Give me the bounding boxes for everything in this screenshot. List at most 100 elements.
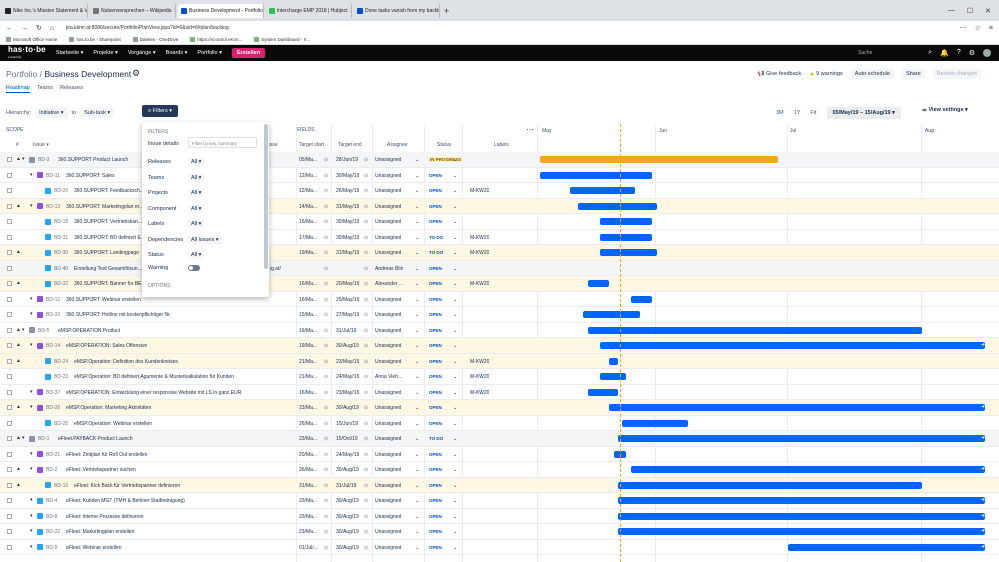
table-row[interactable]: ▾ BD-22 eFleet: Marketingplan erstellen 23/… <box>0 524 999 540</box>
assignee[interactable]: Unassigned <box>375 157 401 163</box>
give-feedback-button[interactable]: 📢 Give feedback <box>758 71 802 77</box>
timeline-bar[interactable] <box>578 202 657 210</box>
timeline-bar[interactable] <box>540 156 778 163</box>
issue-summary[interactable]: eMSP.Operation: BD definiert Agumente & … <box>74 374 288 380</box>
warnings-button[interactable]: ▲ 9 warnings <box>809 71 843 77</box>
bookmark-star-icon[interactable]: ☆ <box>975 24 981 32</box>
labels-cell[interactable]: M-KW20 <box>470 250 489 256</box>
target-end[interactable]: 30/May/19 <box>336 235 359 241</box>
timeline-bar[interactable] <box>618 497 985 504</box>
row-checkbox[interactable] <box>7 250 12 255</box>
expand-chevron-icon[interactable]: ▾ <box>30 172 33 178</box>
browser-tab[interactable]: Nutzenversprechen – Wikipedia✕ <box>90 3 176 18</box>
expand-chevron-icon[interactable]: ▾ <box>30 389 33 395</box>
target-start[interactable]: 26/Ma... <box>299 467 317 473</box>
target-start[interactable]: 12/Ma... <box>299 173 317 179</box>
row-checkbox[interactable] <box>7 374 12 379</box>
row-checkbox[interactable] <box>7 234 12 240</box>
avatar[interactable] <box>983 49 991 57</box>
target-start[interactable]: 23/Ma... <box>299 405 317 411</box>
browser-tab[interactable]: Nike Inc.'s Mission Statement & Vision✕ <box>2 3 88 18</box>
issue-key[interactable]: BD-8 <box>46 514 57 520</box>
search-icon[interactable]: ⌕ <box>928 49 932 57</box>
hierarchy-to-select[interactable]: Sub-task ▾ <box>80 108 115 118</box>
assignee[interactable]: Andreas Blin <box>375 266 403 272</box>
nav-projekte[interactable]: Projekte ▾ <box>93 50 117 56</box>
assignee[interactable]: Anna Vieh... <box>375 374 402 380</box>
settings-icon[interactable]: ⚙ <box>969 49 975 57</box>
timeline-bar[interactable] <box>609 357 618 365</box>
status-badge[interactable]: OPEN <box>429 219 442 224</box>
target-start[interactable]: 12/Ma... <box>299 188 317 194</box>
expand-chevron-icon[interactable]: ▾ <box>30 311 33 317</box>
expand-chevron-icon[interactable]: ▾ <box>30 451 33 457</box>
status-badge[interactable]: OPEN <box>429 514 442 519</box>
assignee[interactable]: Unassigned <box>375 545 401 551</box>
target-end[interactable]: 30/Aug/19 <box>336 498 359 504</box>
timeline-bar[interactable] <box>631 295 652 303</box>
expand-chevron-icon[interactable]: ▾ <box>30 544 33 550</box>
target-start[interactable]: 31/Ma... <box>299 483 317 489</box>
issue-summary[interactable]: eFleet: Kunden MGT (TMH & Berliner Stadt… <box>66 498 288 504</box>
issue-key[interactable]: BD-40 <box>54 266 68 272</box>
tab-teams[interactable]: Teams <box>37 85 53 93</box>
status-badge[interactable]: OPEN <box>429 173 442 178</box>
timeline-bar[interactable] <box>618 481 922 489</box>
issue-summary[interactable]: 360.SUPPORT: Webinar erstellen <box>66 297 288 303</box>
row-checkbox[interactable] <box>7 265 12 271</box>
close-window-icon[interactable]: ✕ <box>985 7 991 15</box>
issue-summary[interactable]: eMSP.OPERATION: Entwicklung einer respon… <box>66 390 288 396</box>
assignee[interactable]: Unassigned <box>375 514 401 520</box>
expand-chevron-icon[interactable]: ▾ <box>30 203 33 209</box>
table-row[interactable]: ▾ BD-21 eFleet: Zeitplan für Roll Out erst… <box>0 447 999 462</box>
bookmark-item[interactable]: https://ncontrol.eKon... <box>190 37 242 42</box>
assignee[interactable]: Unassigned <box>375 219 401 225</box>
status-badge[interactable]: OPEN <box>429 483 442 488</box>
expand-chevron-icon[interactable]: ▾ <box>22 156 25 162</box>
target-start[interactable]: 16/Ma... <box>299 219 317 225</box>
assignee[interactable]: Unassigned <box>375 483 401 489</box>
target-end[interactable]: 24/May/19 <box>336 374 359 380</box>
maximize-icon[interactable]: ☐ <box>967 7 973 15</box>
close-tab-icon[interactable]: ✕ <box>174 7 175 14</box>
target-end[interactable]: 26/May/19 <box>336 188 359 194</box>
issue-key[interactable]: BD-5 <box>38 328 49 334</box>
target-start[interactable]: 16/Ma... <box>299 390 317 396</box>
issue-summary[interactable]: eMSP.OPERATION Product <box>58 328 288 334</box>
target-start[interactable]: 17/Ma... <box>299 235 317 241</box>
issue-key[interactable]: BD-18 <box>54 219 68 225</box>
target-end[interactable]: 28/Jun/19 <box>336 157 358 163</box>
timeline-bar[interactable] <box>618 528 985 535</box>
table-row[interactable]: ▲ BD-10 eFleet: Kick Back für Vertriebspar… <box>0 477 999 493</box>
timeline-bar[interactable] <box>622 419 688 427</box>
status-badge[interactable]: OPEN <box>429 545 442 550</box>
target-end[interactable]: 27/May/19 <box>336 312 359 318</box>
table-row[interactable]: BD-25 eMSP.Operation: Webinar erstellen 26… <box>0 416 999 431</box>
timeline-bar[interactable] <box>588 388 618 396</box>
table-row[interactable]: ▲ ▾ BD-14 eMSP.OPERATION: Sales Offensive 19… <box>0 338 999 354</box>
row-checkbox[interactable] <box>7 358 12 364</box>
filter-select[interactable]: All issues ▾ <box>188 235 222 244</box>
issue-summary[interactable]: eMSP.Operation: Definition des Kundenkre… <box>74 359 288 365</box>
issue-key[interactable]: BD-25 <box>54 421 68 427</box>
assignee[interactable]: Unassigned <box>375 328 401 334</box>
issue-key[interactable]: BD-12 <box>46 297 60 303</box>
row-checkbox[interactable] <box>7 219 12 224</box>
table-row[interactable]: BD-23 eMSP.Operation: BD definiert Agumen… <box>0 369 999 385</box>
filter-select[interactable]: All ▾ <box>188 204 205 213</box>
target-start[interactable]: 19/Ma... <box>299 250 317 256</box>
row-checkbox[interactable] <box>7 451 12 457</box>
target-end[interactable]: 30/Aug/19 <box>336 467 359 473</box>
issue-summary[interactable]: eFleet: Vertriebspartner suchen <box>66 467 288 473</box>
plan-settings-gear-icon[interactable]: ⚙ <box>132 68 140 79</box>
status-badge[interactable]: OPEN <box>429 467 442 472</box>
target-end[interactable]: 23/May/19 <box>336 390 359 396</box>
assignee-header[interactable]: Assignee <box>387 142 408 148</box>
status-badge[interactable]: OPEN <box>429 281 442 286</box>
assignee[interactable]: Unassigned <box>375 359 401 365</box>
assignee[interactable]: Unassigned <box>375 390 401 396</box>
timeline-bar[interactable] <box>600 342 985 349</box>
row-checkbox[interactable] <box>7 172 12 178</box>
filter-select[interactable]: All ▾ <box>188 173 205 182</box>
row-checkbox[interactable] <box>7 389 12 395</box>
